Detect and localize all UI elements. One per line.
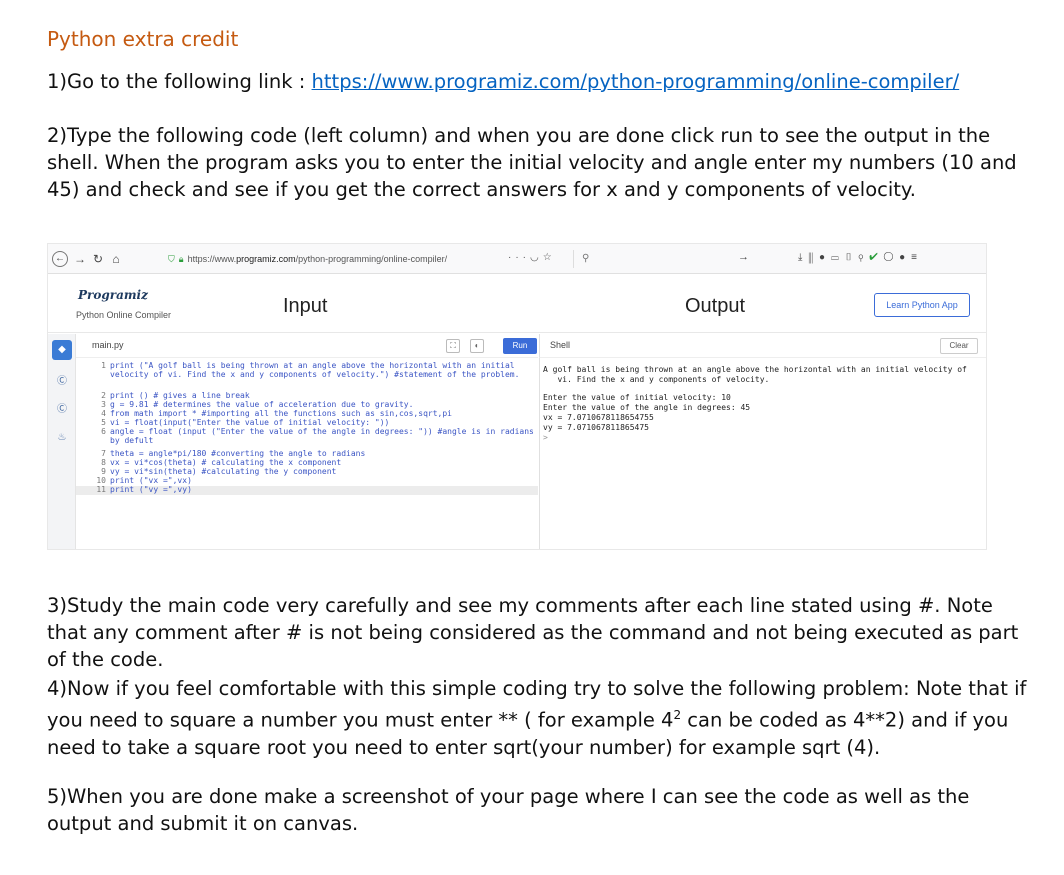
check-icon[interactable]: ✔	[869, 252, 883, 263]
extension-icon[interactable]: ●	[819, 252, 831, 263]
library-icon[interactable]: ⫼	[808, 252, 819, 263]
cpp-language-icon[interactable]: Ⓒ	[52, 400, 72, 420]
shell-line: Enter the value of the angle in degrees:…	[543, 403, 751, 412]
shell-line: A golf ball is being thrown at an angle …	[543, 365, 967, 384]
learn-python-app-button[interactable]: Learn Python App	[874, 293, 970, 317]
code-editor[interactable]: 1 print ("A golf ball is being thrown at …	[76, 358, 539, 549]
download-icon[interactable]: ⤓	[798, 252, 808, 263]
step-1: 1)Go to the following link : https://www…	[47, 68, 1027, 95]
python-icon[interactable]: ◆	[52, 340, 72, 360]
shield-icon: ⛉	[168, 254, 175, 264]
step-4: 4)Now if you feel comfortable with this …	[47, 675, 1027, 761]
shell-output[interactable]: A golf ball is being thrown at an angle …	[539, 358, 986, 549]
home-icon[interactable]: ⌂	[108, 251, 124, 267]
forward-arrow-icon[interactable]: →	[72, 251, 88, 267]
url-bar[interactable]: ⛉ 🔒︎ https://www.programiz.com/python-prog…	[168, 250, 447, 268]
shell-header: Shell Clear	[539, 334, 986, 358]
search-box[interactable]: ⚲	[573, 250, 733, 268]
reload-icon[interactable]: ↻	[90, 251, 106, 267]
zoom-icon[interactable]: ⚲	[858, 252, 869, 263]
theme-toggle-icon[interactable]: ◐	[470, 339, 484, 353]
step-5: 5)When you are done make a screenshot of…	[47, 785, 970, 835]
editor-header: main.py ⛶ ◐ Run	[76, 334, 538, 358]
pocket-icon[interactable]: ◡	[530, 252, 543, 263]
compiler-link[interactable]: https://www.programiz.com/python-program…	[312, 70, 960, 93]
sidebar-icon[interactable]: ▭	[831, 252, 845, 263]
code-text: print ("vy =",vy)	[110, 485, 192, 494]
file-tab[interactable]: main.py	[92, 340, 124, 350]
fullscreen-icon[interactable]: ⛶	[446, 339, 460, 353]
shell-line: vx = 7.0710678118654755	[543, 413, 654, 422]
code-line[interactable]: 6 angle = float (input ("Enter the value …	[76, 427, 539, 449]
page-actions: ···◡☆	[508, 252, 556, 263]
step-1-text: 1)Go to the following link :	[47, 70, 312, 93]
shell-label: Shell	[550, 340, 571, 350]
url-path: /python-programming/online-compiler/	[295, 254, 448, 264]
go-arrow-icon[interactable]: →	[738, 251, 749, 263]
account-icon[interactable]: ◯	[884, 252, 899, 263]
compiler-header: Programiz Python Online Compiler Input O…	[48, 275, 986, 333]
compiler-subtitle: Python Online Compiler	[76, 310, 172, 320]
java-language-icon[interactable]: ♨	[52, 428, 72, 448]
back-arrow-icon[interactable]: ←	[52, 251, 68, 267]
line-number: 6	[101, 427, 106, 436]
menu-icon[interactable]: ≡	[911, 252, 923, 263]
lock-icon: 🔒︎	[178, 254, 184, 264]
code-line[interactable]: 1 print ("A golf ball is being thrown at …	[76, 361, 538, 391]
run-button[interactable]: Run	[503, 338, 537, 354]
document-icon[interactable]: ▯	[845, 252, 859, 263]
shell-line: vy = 7.071067811865475	[543, 423, 649, 432]
url-prefix: https://www.	[187, 254, 237, 264]
line-number: 1	[101, 361, 106, 370]
pinterest-icon[interactable]: ●	[899, 252, 911, 263]
extension-icons: ⤓⫼●▭▯⚲✔◯●≡	[798, 252, 923, 263]
step-4-superscript: 2	[673, 708, 682, 722]
doc-title: Python extra credit	[47, 27, 239, 51]
browser-screenshot: ← → ↻ ⌂ ⛉ 🔒︎ https://www.programiz.com/pyt…	[47, 243, 987, 550]
code-text: angle = float (input ("Enter the value o…	[110, 427, 539, 445]
url-host: programiz.com	[236, 254, 296, 264]
input-heading: Input	[283, 295, 328, 317]
bookmark-star-icon[interactable]: ☆	[543, 252, 556, 263]
code-line[interactable]: 11 print ("vy =",vy)	[76, 485, 538, 495]
c-language-icon[interactable]: Ⓒ	[52, 372, 72, 392]
browser-toolbar: ← → ↻ ⌂ ⛉ 🔒︎ https://www.programiz.com/pyt…	[48, 244, 986, 274]
search-icon: ⚲	[582, 253, 590, 264]
code-text: print ("A golf ball is being thrown at a…	[110, 361, 520, 379]
line-number: 11	[96, 485, 106, 494]
shell-line: Enter the value of initial velocity: 10	[543, 393, 731, 402]
step-3: 3)Study the main code very carefully and…	[47, 594, 1019, 671]
more-icon[interactable]: ···	[508, 252, 530, 263]
programiz-logo[interactable]: Programiz	[78, 288, 148, 302]
shell-prompt: >	[543, 433, 548, 442]
language-sidebar: ◆ Ⓒ Ⓒ ♨	[48, 334, 76, 549]
step-2: 2)Type the following code (left column) …	[47, 124, 1017, 201]
clear-button[interactable]: Clear	[940, 338, 978, 354]
output-heading: Output	[685, 295, 746, 317]
